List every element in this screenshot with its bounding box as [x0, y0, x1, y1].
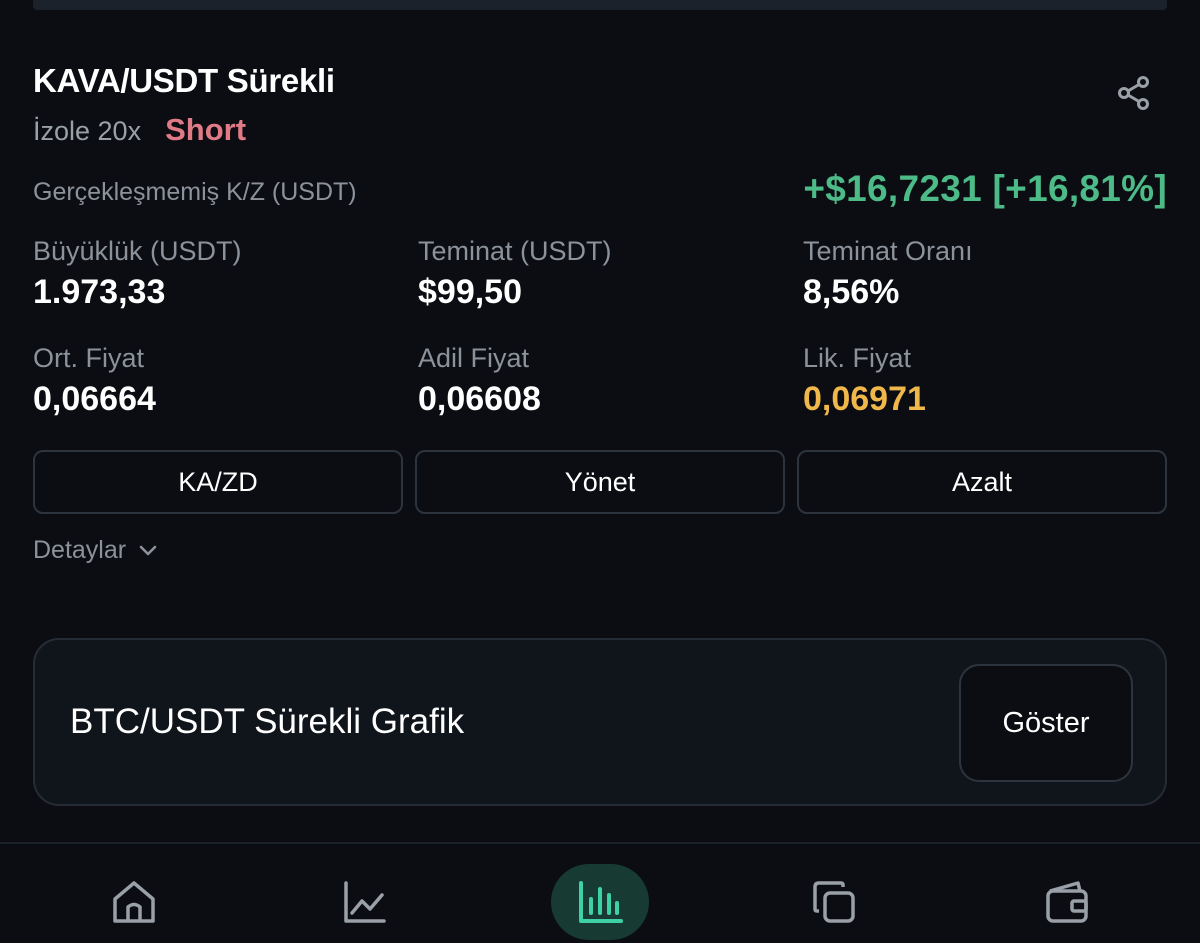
metric-label: Teminat (USDT) — [418, 236, 612, 266]
nav-home[interactable] — [85, 864, 183, 940]
unrealized-pnl-label: Gerçekleşmemiş K/Z (USDT) — [33, 178, 357, 206]
show-chart-button[interactable]: Göster — [959, 664, 1133, 782]
nav-wallet[interactable] — [1018, 864, 1116, 940]
margin-mode: İzole 20x — [33, 116, 142, 146]
nav-copy[interactable] — [785, 864, 883, 940]
position-card: KAVA/USDT Sürekli İzole 20x Short Gerçek… — [33, 0, 1167, 600]
chart-card: BTC/USDT Sürekli Grafik Göster — [33, 638, 1167, 806]
trade-bars-icon — [579, 881, 623, 923]
position-actions: KA/ZD Yönet Azalt — [33, 450, 1167, 514]
metric-label: Ort. Fiyat — [33, 343, 145, 373]
chevron-down-icon — [139, 545, 157, 555]
side-badge: Short — [165, 112, 247, 147]
metric-value: 0,06664 — [33, 380, 156, 418]
unrealized-pnl-value: +$16,7231 [+16,81%] — [803, 168, 1167, 209]
metric-value: 0,06608 — [418, 380, 541, 418]
metric-value: $99,50 — [418, 273, 522, 311]
share-icon — [1118, 76, 1149, 110]
metric-value: 8,56% — [803, 273, 900, 311]
tpsl-button[interactable]: KA/ZD — [33, 450, 403, 514]
details-toggle[interactable]: Detaylar — [33, 536, 158, 565]
metric-liquidation-price: Lik. Fiyat 0,06971 — [803, 343, 926, 419]
home-icon — [113, 881, 155, 923]
manage-button[interactable]: Yönet — [415, 450, 785, 514]
metric-margin-ratio: Teminat Oranı 8,56% — [803, 236, 973, 312]
reduce-button[interactable]: Azalt — [797, 450, 1167, 514]
pair-title[interactable]: KAVA/USDT Sürekli — [33, 62, 335, 100]
metric-value: 0,06971 — [803, 380, 926, 418]
chart-card-title: BTC/USDT Sürekli Grafik — [70, 702, 465, 741]
nav-markets[interactable] — [316, 864, 414, 940]
nav-trade[interactable] — [551, 864, 649, 940]
metric-margin: Teminat (USDT) $99,50 — [418, 236, 612, 312]
metric-label: Adil Fiyat — [418, 343, 530, 373]
wallet-icon — [1046, 881, 1088, 923]
details-label: Detaylar — [33, 536, 127, 564]
market-chart-icon — [344, 881, 386, 923]
metric-label: Büyüklük (USDT) — [33, 236, 242, 266]
copy-icon — [813, 881, 855, 923]
metric-mark-price: Adil Fiyat 0,06608 — [418, 343, 541, 419]
metric-label: Lik. Fiyat — [803, 343, 912, 373]
metric-label: Teminat Oranı — [803, 236, 973, 266]
metric-entry-price: Ort. Fiyat 0,06664 — [33, 343, 156, 419]
bottom-nav — [0, 842, 1200, 943]
metric-size: Büyüklük (USDT) 1.973,33 — [33, 236, 242, 312]
position-subtitle: İzole 20x Short — [33, 112, 246, 148]
metric-value: 1.973,33 — [33, 273, 166, 311]
share-button[interactable] — [1111, 70, 1157, 116]
